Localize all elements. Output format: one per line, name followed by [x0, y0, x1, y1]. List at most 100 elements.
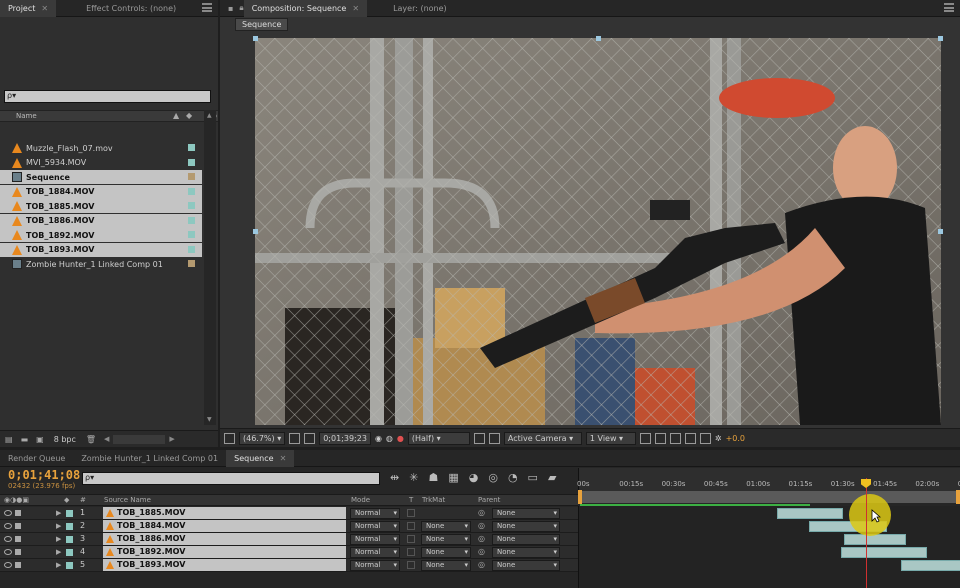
composition-mini-flowchart-icon[interactable]: ⇹ — [390, 471, 399, 487]
pick-whip-icon[interactable]: ◎ — [478, 508, 485, 517]
layer-source-name[interactable]: TOB_1886.MOV — [103, 533, 346, 545]
twirl-triangle-icon[interactable]: ▶ — [56, 535, 61, 543]
brainstorm-icon[interactable]: ◎ — [488, 471, 498, 487]
mode-dropdown[interactable]: Normal — [350, 508, 400, 519]
mask-icon[interactable] — [304, 432, 316, 444]
eye-icon[interactable] — [4, 549, 12, 555]
pick-whip-icon[interactable]: ◎ — [478, 521, 485, 530]
project-item[interactable]: Muzzle_Flash_07.mov — [0, 141, 202, 155]
label-tag-icon[interactable]: ◆ — [186, 111, 192, 120]
label-color-swatch[interactable] — [188, 202, 195, 209]
label-color-swatch[interactable] — [188, 144, 195, 151]
layer-bar-3[interactable] — [844, 534, 906, 545]
channel-icon[interactable]: ● — [397, 434, 404, 443]
transparency-grid-icon[interactable] — [488, 432, 500, 444]
bbox-handle[interactable] — [253, 229, 258, 234]
resolution-dropdown[interactable]: (Half) ▾ — [407, 431, 470, 445]
project-scrollbar[interactable]: ▲ ▼ — [204, 110, 216, 425]
bit-depth-label[interactable]: 8 bpc — [54, 435, 76, 444]
exposure-value[interactable]: +0.0 — [726, 434, 745, 443]
scroll-right-icon[interactable]: ▶ — [169, 435, 174, 443]
tab-layer[interactable]: Layer: (none) — [367, 0, 455, 17]
layer-bar-4[interactable] — [841, 547, 927, 558]
twirl-triangle-icon[interactable]: ▶ — [56, 548, 61, 556]
label-color-swatch[interactable] — [188, 158, 195, 166]
tab-composition[interactable]: Composition: Sequence ✕ — [243, 0, 368, 17]
close-icon[interactable]: ✕ — [352, 4, 359, 13]
flowchart-icon[interactable] — [684, 432, 696, 444]
label-color-swatch[interactable] — [66, 510, 73, 517]
new-comp-icon[interactable]: ▣ — [36, 435, 44, 444]
pick-whip-icon[interactable]: ◎ — [478, 547, 485, 556]
parent-dropdown[interactable]: None — [492, 547, 560, 558]
project-item[interactable]: TOB_1885.MOV — [0, 199, 202, 213]
layer-source-name[interactable]: TOB_1893.MOV — [103, 559, 346, 571]
draft-3d-icon[interactable]: ✳ — [409, 471, 418, 487]
fast-previews-icon[interactable] — [654, 432, 666, 444]
close-icon[interactable]: ✕ — [41, 4, 48, 13]
bbox-handle[interactable] — [938, 36, 943, 41]
graph-icon[interactable]: ▰ — [548, 471, 556, 487]
av-features-icon[interactable]: ◉◑●▣ — [4, 496, 29, 504]
hide-shy-layers-icon[interactable]: ☗ — [428, 471, 438, 487]
mode-dropdown[interactable]: Normal — [350, 560, 400, 571]
layer-source-name[interactable]: TOB_1885.MOV — [103, 507, 346, 519]
column-trkmat[interactable]: TrkMat — [422, 496, 445, 504]
scroll-down-icon[interactable]: ▼ — [207, 416, 212, 423]
trkmat-dropdown[interactable]: None — [421, 534, 471, 545]
label-color-swatch[interactable] — [188, 173, 195, 180]
composition-viewer[interactable] — [255, 38, 941, 425]
label-color-swatch[interactable] — [66, 562, 73, 569]
layer-source-name[interactable]: TOB_1892.MOV — [103, 546, 346, 558]
work-area-bar[interactable] — [580, 491, 960, 503]
toggle-pixel-aspect-icon[interactable] — [639, 432, 651, 444]
show-snapshot-icon[interactable]: ◍ — [386, 434, 393, 443]
preserve-transparency-box[interactable] — [407, 509, 415, 517]
project-item[interactable]: Sequence — [0, 170, 202, 184]
comp-subtab-sequence[interactable]: Sequence — [235, 18, 289, 31]
bbox-handle[interactable] — [938, 229, 943, 234]
panel-menu-icon[interactable] — [202, 3, 212, 12]
interpret-footage-icon[interactable]: ▤ — [5, 435, 13, 444]
view-layout-dropdown[interactable]: 1 View ▾ — [585, 431, 636, 445]
grid-icon[interactable] — [289, 432, 301, 444]
tab-project[interactable]: Project ✕ — [0, 0, 57, 17]
trkmat-dropdown[interactable]: None — [421, 560, 471, 571]
column-t[interactable]: T — [409, 496, 413, 504]
layer-row[interactable]: ▶ 1 TOB_1885.MOV Normal ◎ None — [0, 507, 578, 520]
trkmat-dropdown[interactable]: None — [421, 547, 471, 558]
tab-linked-comp[interactable]: Zombie Hunter_1 Linked Comp 01 — [73, 450, 226, 467]
graph-editor-icon[interactable]: ▭ — [528, 471, 538, 487]
layer-row[interactable]: ▶ 4 TOB_1892.MOV Normal None ◎ None — [0, 546, 578, 559]
horizontal-scrollbar[interactable] — [113, 434, 166, 444]
trash-icon[interactable]: 🗑︎ — [86, 435, 96, 444]
lock-icon[interactable]: ▪ — [228, 4, 233, 13]
label-color-swatch[interactable] — [66, 549, 73, 556]
work-area-end-handle[interactable] — [956, 490, 960, 504]
bbox-handle[interactable] — [596, 36, 601, 41]
reset-exposure-icon[interactable] — [699, 432, 711, 444]
label-color-swatch[interactable] — [188, 245, 195, 253]
parent-dropdown[interactable]: None — [492, 508, 560, 519]
panel-menu-icon[interactable] — [944, 3, 954, 12]
tab-effect-controls[interactable]: Effect Controls: (none) — [56, 0, 184, 17]
preserve-transparency-box[interactable] — [407, 548, 415, 556]
layer-bar-5[interactable] — [901, 560, 960, 571]
label-color-swatch[interactable] — [188, 187, 195, 195]
preserve-transparency-box[interactable] — [407, 522, 415, 530]
timeline-search-input[interactable]: ρ▾ — [82, 472, 380, 485]
project-item[interactable]: TOB_1884.MOV — [0, 184, 202, 199]
always-preview-icon[interactable] — [224, 432, 235, 444]
eye-icon[interactable] — [4, 562, 12, 568]
tab-sequence[interactable]: Sequence ✕ — [226, 449, 295, 467]
label-color-swatch[interactable] — [66, 536, 73, 543]
mode-dropdown[interactable]: Normal — [350, 547, 400, 558]
tab-render-queue[interactable]: Render Queue — [0, 450, 73, 467]
exposure-icon[interactable]: ✲ — [715, 434, 722, 443]
parent-dropdown[interactable]: None — [492, 560, 560, 571]
audio-icon[interactable] — [15, 549, 21, 555]
column-mode[interactable]: Mode — [351, 496, 370, 504]
eye-icon[interactable] — [4, 536, 12, 542]
twirl-triangle-icon[interactable]: ▶ — [56, 509, 61, 517]
camera-dropdown[interactable]: Active Camera ▾ — [503, 431, 582, 445]
